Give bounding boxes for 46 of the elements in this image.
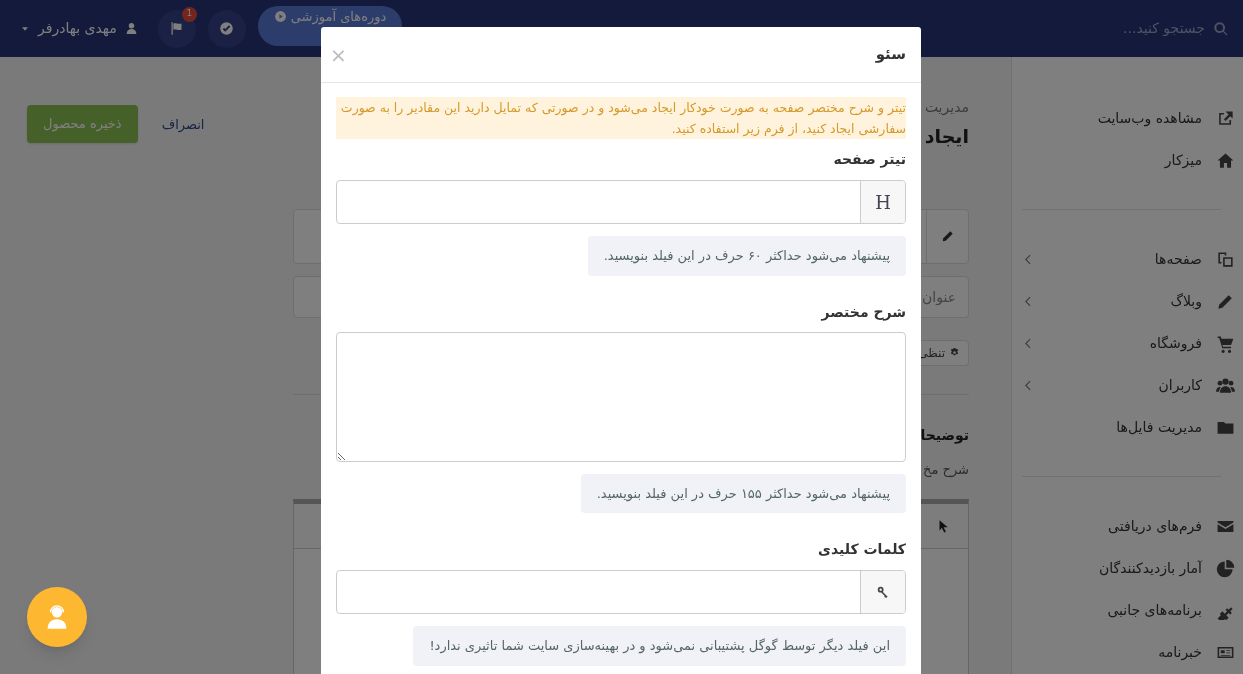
title-input[interactable]: H — [336, 180, 906, 224]
copy-icon — [1216, 249, 1235, 269]
field-label: شرح مختصر — [820, 302, 906, 323]
summary-field[interactable] — [336, 331, 906, 462]
external-icon — [1216, 108, 1235, 128]
section-subtitle: شرح مخ — [922, 460, 969, 479]
sidebar-item[interactable]: برنامه‌های جانبی — [1012, 589, 1243, 631]
user-menu[interactable]: مهدی بهادرفر — [12, 18, 146, 39]
notification-badge: 1 — [181, 6, 197, 22]
play-icon — [273, 10, 287, 23]
cart-icon — [1216, 333, 1235, 353]
field-label: تیتر صفحه — [832, 150, 906, 170]
field-label: کلمات کلیدی — [817, 540, 906, 559]
notice-text: تیتر و شرح مختصر صفحه به صورت خودکار ایجاد می‌شود و در صورتی که تمایل دارید این مقادیر را به صورت سفارشی ایجاد کنید، از فرم زیر استفاده کنید. — [336, 97, 906, 139]
users-icon — [1216, 375, 1235, 395]
sidebar-item[interactable]: آمار بازدیدکنندگان — [1012, 547, 1243, 589]
search-field[interactable]: جستجو کنید... — [1005, 18, 1205, 39]
sidebar-item[interactable]: فرم‌های دریافتی — [1012, 505, 1243, 547]
sidebar-item[interactable]: خبرنامه — [1012, 631, 1243, 673]
flag-icon — [169, 21, 185, 36]
sidebar-item[interactable]: مدیریت فایل‌ها — [1012, 406, 1243, 448]
sidebar-item[interactable]: کاربران — [1012, 364, 1243, 406]
input-addon: H — [860, 181, 905, 223]
keywords-input[interactable] — [336, 570, 906, 614]
sidebar-item[interactable]: میزکار — [1012, 139, 1243, 181]
sidebar-item[interactable]: مشاهده وب‌سایت — [1012, 97, 1243, 139]
dialog-title: سئو — [875, 44, 906, 66]
help-text: پیشنهاد می‌شود حداکثر ۱۵۵ حرف در این فیلد بنویسید. — [580, 473, 906, 513]
cancel-link[interactable]: انصراف — [161, 115, 205, 135]
help-text: این فیلد دیگر توسط گوگل پشتیبانی نمی‌شود و در بهینه‌سازی سایت شما تاثیری ندارد! — [413, 626, 906, 666]
sidebar-item[interactable]: صفحه‌ها — [1012, 238, 1243, 280]
key-icon — [876, 585, 890, 599]
user-icon — [124, 22, 138, 35]
pencil-icon — [940, 229, 955, 243]
page-heading: ایجاد — [924, 124, 969, 149]
sidebar-item[interactable]: وبلاگ — [1012, 280, 1243, 322]
pie-icon — [1216, 558, 1235, 578]
search-icon — [1213, 20, 1229, 37]
home-icon — [1216, 150, 1235, 170]
section-title: توضیحا — [919, 425, 969, 446]
gear-icon — [949, 347, 960, 358]
help-text: پیشنهاد می‌شود حداکثر ۶۰ حرف در این فیلد بنویسید. — [587, 236, 906, 276]
check-icon — [219, 21, 235, 36]
sidebar-item[interactable]: فروشگاه — [1012, 322, 1243, 364]
breadcrumb[interactable]: مدیریت — [924, 97, 969, 118]
flag-button[interactable]: 1 — [157, 9, 196, 48]
